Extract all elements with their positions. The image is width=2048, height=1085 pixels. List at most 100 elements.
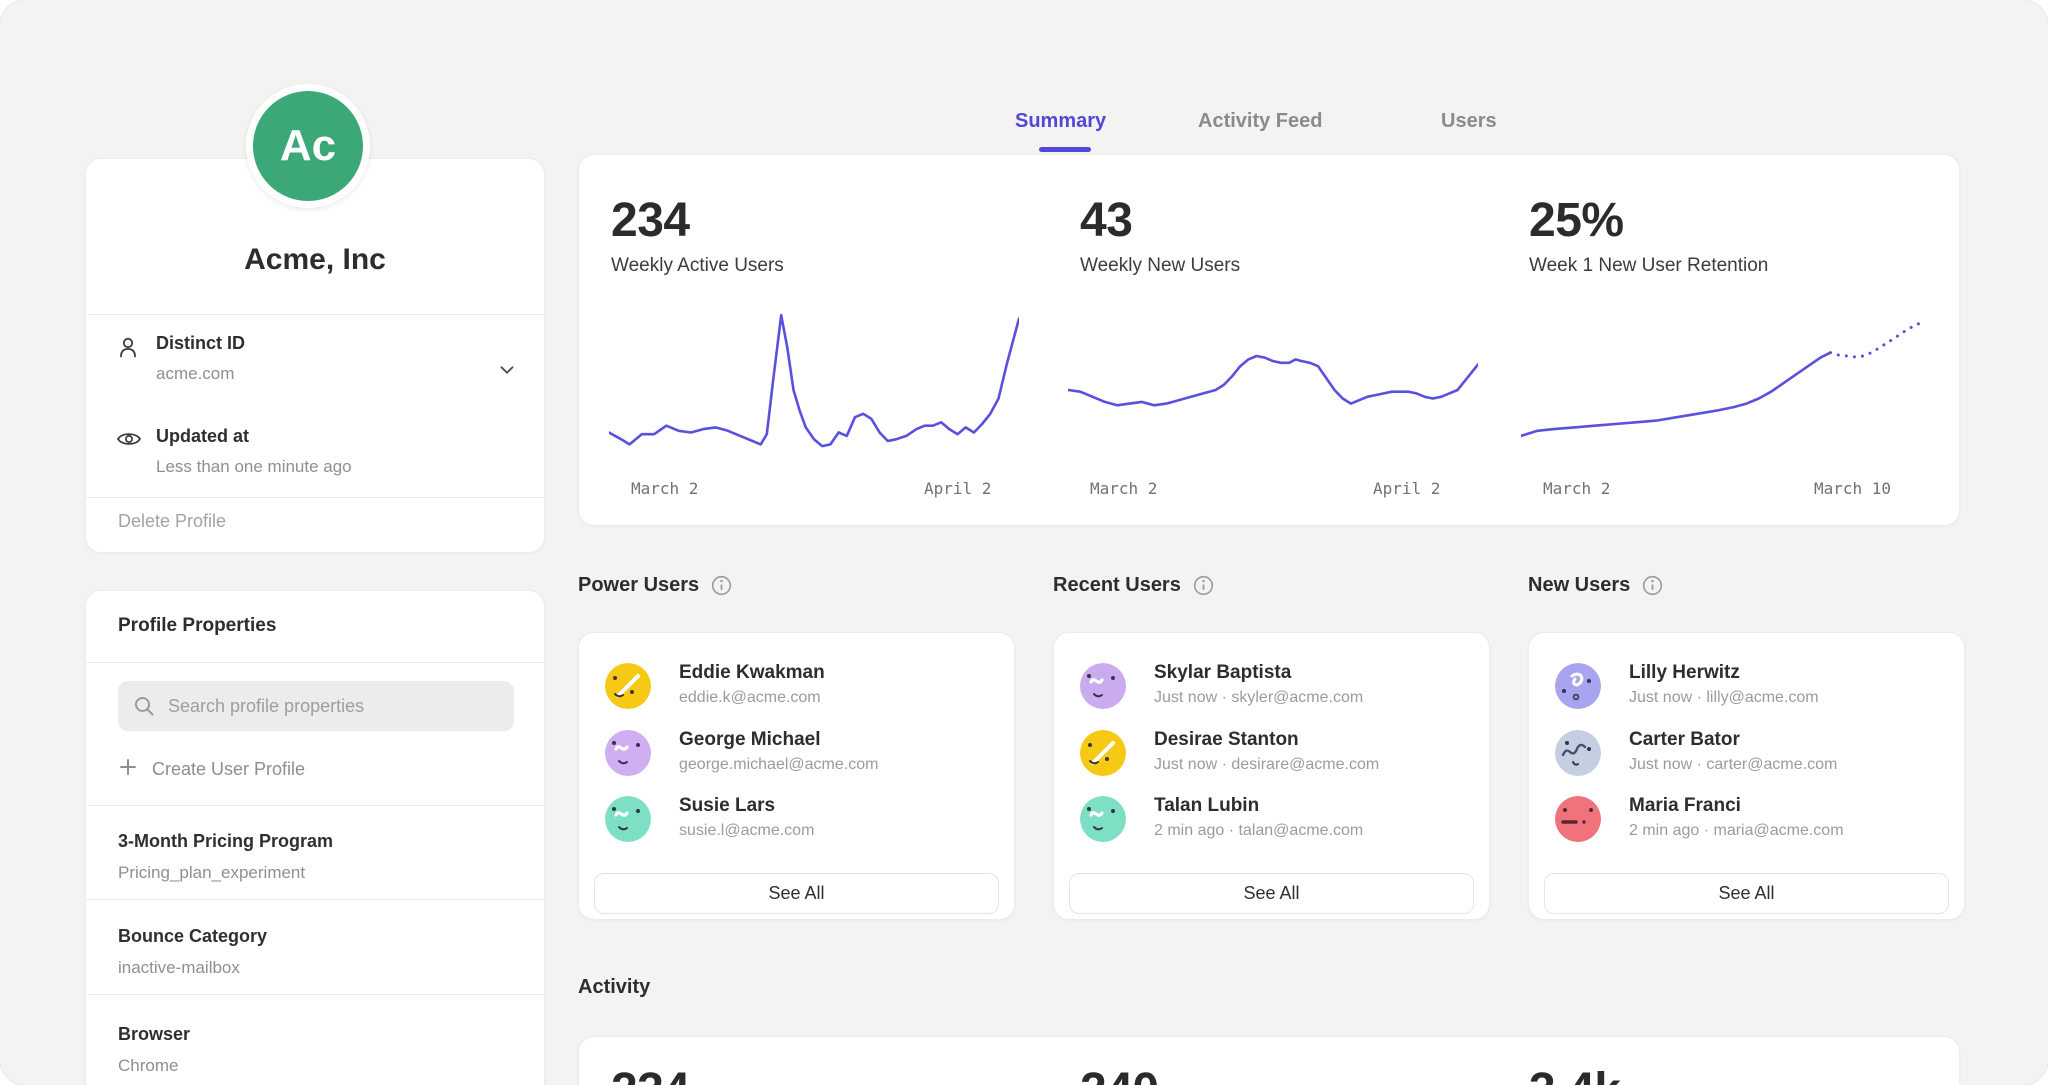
property-value: Pricing_plan_experiment bbox=[118, 863, 305, 883]
profile-properties-title: Profile Properties bbox=[118, 615, 276, 637]
eye-icon bbox=[116, 428, 142, 455]
property-name: Bounce Category bbox=[118, 926, 267, 947]
sparkline-chart bbox=[609, 305, 1019, 475]
property-name: Browser bbox=[118, 1024, 190, 1045]
stat-value: 234 bbox=[611, 193, 690, 248]
user-avatar bbox=[605, 730, 651, 776]
activity-title: Activity bbox=[578, 976, 650, 999]
user-name: Eddie Kwakman bbox=[679, 662, 825, 684]
stat-label: Weekly New Users bbox=[1080, 255, 1240, 277]
user-avatar bbox=[605, 663, 651, 709]
info-icon[interactable] bbox=[711, 575, 732, 596]
user-avatar bbox=[1555, 730, 1601, 776]
meta-value: Less than one minute ago bbox=[156, 457, 352, 477]
user-detail: 2 min ago · talan@acme.com bbox=[1154, 822, 1363, 840]
create-user-profile-label: Create User Profile bbox=[152, 759, 305, 780]
user-row[interactable]: Susie Lars susie.l@acme.com bbox=[605, 794, 990, 852]
see-all-button[interactable]: See All bbox=[1544, 873, 1949, 914]
user-name: Susie Lars bbox=[679, 795, 775, 817]
property-name: 3-Month Pricing Program bbox=[118, 831, 333, 852]
user-row[interactable]: Skylar Baptista Just now · skyler@acme.co… bbox=[1080, 661, 1465, 719]
delete-profile-button[interactable]: Delete Profile bbox=[118, 511, 226, 532]
create-user-profile-button[interactable]: Create User Profile bbox=[118, 757, 305, 782]
divider bbox=[86, 994, 544, 995]
divider bbox=[86, 497, 544, 498]
sparkline-chart bbox=[1068, 305, 1478, 475]
user-name: George Michael bbox=[679, 729, 821, 751]
sparkline-series-weekly-new-users bbox=[1068, 356, 1478, 405]
activity-stat-value: 240 bbox=[1080, 1063, 1159, 1085]
meta-label: Updated at bbox=[156, 426, 249, 447]
user-row[interactable]: Talan Lubin 2 min ago · talan@acme.com bbox=[1080, 794, 1465, 852]
person-icon bbox=[116, 335, 140, 366]
tab-activity-feed[interactable]: Activity Feed bbox=[1198, 110, 1322, 133]
section-title: Recent Users bbox=[1053, 574, 1181, 597]
user-row[interactable]: Eddie Kwakman eddie.k@acme.com bbox=[605, 661, 990, 719]
info-icon[interactable] bbox=[1193, 575, 1214, 596]
chevron-down-icon[interactable] bbox=[496, 359, 518, 386]
user-name: Maria Franci bbox=[1629, 795, 1741, 817]
user-row[interactable]: Maria Franci2 min ago · maria@acme.com bbox=[1555, 794, 1940, 852]
activity-stat-value: 3.4k bbox=[1529, 1063, 1620, 1085]
sparkline-series-retention-projected bbox=[1831, 322, 1925, 357]
stat-label: Weekly Active Users bbox=[611, 255, 784, 277]
sparkline-chart bbox=[1521, 305, 1931, 475]
sparkline-series-retention-observed bbox=[1521, 353, 1831, 436]
user-avatar bbox=[605, 796, 651, 842]
divider bbox=[86, 314, 544, 315]
user-row[interactable]: Lilly HerwitzJust now · lilly@acme.com bbox=[1555, 661, 1940, 719]
see-all-button[interactable]: See All bbox=[1069, 873, 1474, 914]
section-title: Power Users bbox=[578, 574, 699, 597]
user-avatar bbox=[1080, 796, 1126, 842]
company-name: Acme, Inc bbox=[86, 243, 544, 277]
see-all-button[interactable]: See All bbox=[594, 873, 999, 914]
user-detail: eddie.k@acme.com bbox=[679, 689, 821, 707]
x-axis-tick: April 2 bbox=[1373, 479, 1440, 498]
stat-label: Week 1 New User Retention bbox=[1529, 255, 1768, 277]
user-name: Lilly Herwitz bbox=[1629, 662, 1740, 684]
active-tab-underline bbox=[1039, 147, 1091, 152]
info-icon[interactable] bbox=[1642, 575, 1663, 596]
company-avatar-initials: Ac bbox=[280, 121, 336, 171]
x-axis-tick: March 2 bbox=[1090, 479, 1157, 498]
user-detail: susie.l@acme.com bbox=[679, 822, 814, 840]
power-users-card: Eddie Kwakman eddie.k@acme.com George Mich… bbox=[578, 632, 1015, 920]
sparkline-series-weekly-active-users bbox=[609, 315, 1019, 446]
plus-icon bbox=[118, 757, 138, 782]
company-profile-card: Acme, Inc Distinct ID acme.com Updated at L… bbox=[85, 158, 545, 553]
user-avatar bbox=[1080, 730, 1126, 776]
divider bbox=[86, 805, 544, 806]
stat-value: 43 bbox=[1080, 193, 1132, 248]
user-name: Carter Bator bbox=[1629, 729, 1740, 751]
profile-properties-card: Profile Properties Create User Profile 3… bbox=[85, 590, 545, 1085]
section-header-recent-users: Recent Users bbox=[1053, 574, 1214, 597]
user-detail: Just now · desirare@acme.com bbox=[1154, 756, 1379, 774]
tab-users[interactable]: Users bbox=[1441, 110, 1497, 133]
x-axis-tick: March 2 bbox=[1543, 479, 1610, 498]
tab-summary[interactable]: Summary bbox=[1015, 110, 1106, 133]
meta-value: acme.com bbox=[156, 364, 234, 384]
company-avatar: Ac bbox=[246, 84, 370, 208]
user-avatar bbox=[1555, 796, 1601, 842]
user-name: Skylar Baptista bbox=[1154, 662, 1291, 684]
summary-card: 234 Weekly Active Users March 2 April 2 43 We… bbox=[578, 154, 1960, 526]
user-avatar bbox=[1080, 663, 1126, 709]
user-row[interactable]: Desirae Stanton Just now · desirare@acme.… bbox=[1080, 728, 1465, 786]
user-row[interactable]: Carter Bator Just now · carter@acme.com bbox=[1555, 728, 1940, 786]
user-row[interactable]: George Michael george.michael@acme.com bbox=[605, 728, 990, 786]
user-detail: Just now · skyler@acme.com bbox=[1154, 689, 1363, 707]
user-name: Talan Lubin bbox=[1154, 795, 1259, 817]
user-detail: george.michael@acme.com bbox=[679, 756, 878, 774]
meta-label: Distinct ID bbox=[156, 333, 245, 354]
divider bbox=[86, 899, 544, 900]
section-header-power-users: Power Users bbox=[578, 574, 732, 597]
x-axis-tick: March 2 bbox=[631, 479, 698, 498]
user-detail: Just now · carter@acme.com bbox=[1629, 756, 1837, 774]
x-axis-tick: April 2 bbox=[924, 479, 991, 498]
recent-users-card: Skylar Baptista Just now · skyler@acme.co… bbox=[1053, 632, 1490, 920]
activity-card: 2342403.4k bbox=[578, 1036, 1960, 1085]
x-axis-tick: March 10 bbox=[1814, 479, 1891, 498]
search-input[interactable] bbox=[166, 681, 506, 731]
user-name: Desirae Stanton bbox=[1154, 729, 1299, 751]
section-header-new-users: New Users bbox=[1528, 574, 1663, 597]
